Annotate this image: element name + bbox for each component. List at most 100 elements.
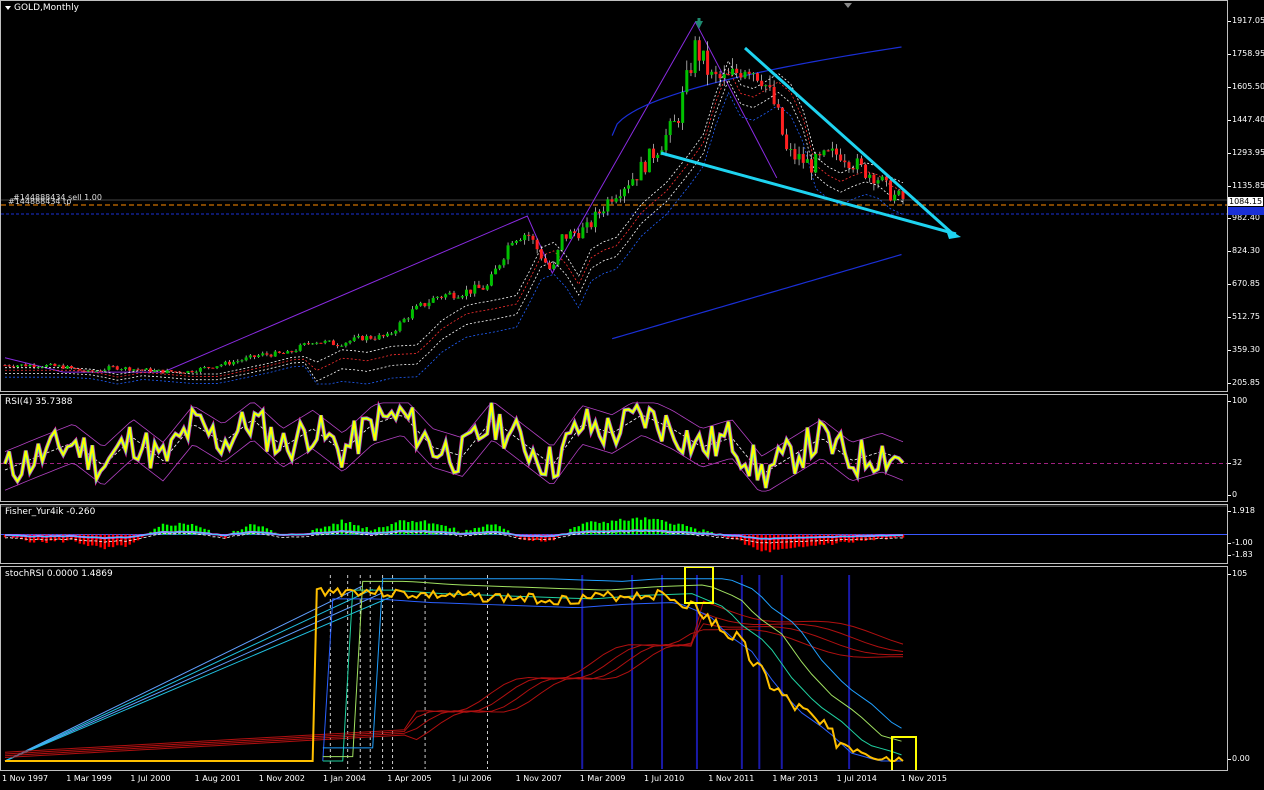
price-chart-svg[interactable] (1, 1, 1227, 391)
stochrsi-chart-svg[interactable] (1, 567, 1227, 770)
candle-body (481, 287, 485, 290)
fisher-hist-bar (797, 534, 801, 547)
fisher-hist-bar (648, 519, 651, 535)
candle-body (531, 235, 535, 240)
fisher-hist-bar (631, 518, 634, 535)
candle-body (186, 371, 190, 373)
candle-body (598, 211, 602, 214)
candle-body (793, 149, 797, 160)
candle-body (564, 234, 568, 239)
candle-body (810, 159, 814, 173)
x-tick-label: 1 Jul 2000 (130, 774, 171, 783)
candle-body (435, 296, 439, 298)
candle-body (20, 364, 24, 366)
fisher-hist-bar (107, 534, 111, 547)
fisher-hist-bar (86, 534, 90, 547)
candle-body (581, 227, 585, 239)
candle-body (514, 240, 518, 243)
stochrsi-pane[interactable]: stochRSI 0.0000 1.4869 (0, 566, 1228, 771)
candle-body (535, 239, 539, 250)
candle-body (714, 71, 718, 75)
candle-body (103, 369, 107, 371)
candle-body (893, 194, 897, 201)
candle-body (643, 161, 647, 173)
candle-body (589, 222, 593, 228)
fisher-hist-bar (95, 534, 98, 546)
candle-body (830, 148, 834, 151)
candle-body (240, 360, 244, 362)
candle-body (847, 162, 851, 169)
candle-body (99, 370, 103, 372)
candle-body (323, 340, 327, 343)
candle-body (622, 188, 626, 197)
x-tick-label: 1 Apr 2005 (387, 774, 432, 783)
candle-body (153, 370, 157, 372)
candle-body (718, 74, 722, 79)
fisher-hist-bar (656, 519, 659, 535)
rsi-main-line (4, 402, 904, 489)
candle-body (460, 296, 464, 298)
x-tick-label: 1 Nov 2007 (515, 774, 562, 783)
candle-body (739, 73, 743, 78)
candle-body (356, 335, 360, 338)
candle-body (822, 150, 826, 156)
candle-body (211, 367, 215, 369)
candle-body (406, 318, 410, 320)
fisher-chart-svg[interactable] (1, 505, 1227, 563)
fisher-hist-bar (120, 534, 123, 546)
candle-body (252, 355, 256, 358)
candle-body (776, 104, 780, 108)
candle-body (573, 231, 577, 234)
candle-body (344, 342, 348, 346)
order-label-tp[interactable]: #144888434 tp (8, 197, 71, 206)
candle-body (751, 73, 755, 75)
order-price-tag (1228, 207, 1264, 215)
dropdown-icon[interactable] (5, 5, 11, 10)
candle-body (523, 234, 527, 241)
candle-body (319, 342, 323, 344)
rsi-pane[interactable]: RSI(4) 35.7388 (0, 394, 1228, 502)
candle-body (327, 340, 331, 342)
fisher-hist-bar (810, 534, 813, 546)
candle-body (834, 148, 838, 155)
fisher-hist-bar (398, 520, 402, 535)
y-tick-label: 1135.85 (1227, 180, 1264, 190)
x-tick-label: 1 Jul 2014 (836, 774, 877, 783)
price-pane[interactable]: GOLD,Monthly #144888434 sell 1.00 #14488… (0, 0, 1228, 392)
candle-body (851, 168, 855, 170)
zigzag-line (4, 20, 778, 373)
candle-body (369, 336, 373, 339)
y-tick-label: 32 (1227, 457, 1243, 467)
candle-body (672, 121, 676, 123)
candle-body (805, 159, 809, 163)
fisher-hist-bar (614, 520, 618, 535)
candle-body (149, 368, 153, 372)
rsi-axis: 100 32 0 (1227, 394, 1264, 502)
candle-body (647, 148, 651, 173)
candle-body (743, 71, 747, 78)
time-axis: 1 Nov 1997 1 Mar 1999 1 Jul 2000 1 Aug 2001… (0, 771, 1228, 790)
candle-body (614, 198, 618, 202)
candle-body (772, 86, 776, 105)
candle-body (477, 284, 481, 288)
candle-body (194, 371, 198, 373)
candle-body (290, 351, 294, 353)
candle-body (664, 135, 668, 151)
candle-body (423, 303, 427, 307)
stoch-fan-line (4, 595, 393, 762)
candle-body (789, 149, 793, 151)
candle-body (685, 70, 689, 93)
candle-body (639, 161, 643, 181)
candle-body (768, 85, 772, 87)
stoch-smooth-line (322, 589, 902, 762)
candle-body (839, 154, 843, 161)
candle-body (731, 68, 735, 75)
candle-body (785, 134, 789, 150)
fisher-pane[interactable]: Fisher_Yur4ik -0.260 (0, 504, 1228, 564)
candle-body (115, 366, 119, 370)
y-tick-label: 512.75 (1228, 312, 1260, 322)
rsi-chart-svg[interactable] (1, 395, 1227, 501)
candle-body (456, 297, 460, 299)
candle-body (45, 364, 49, 367)
candle-body (635, 179, 639, 181)
